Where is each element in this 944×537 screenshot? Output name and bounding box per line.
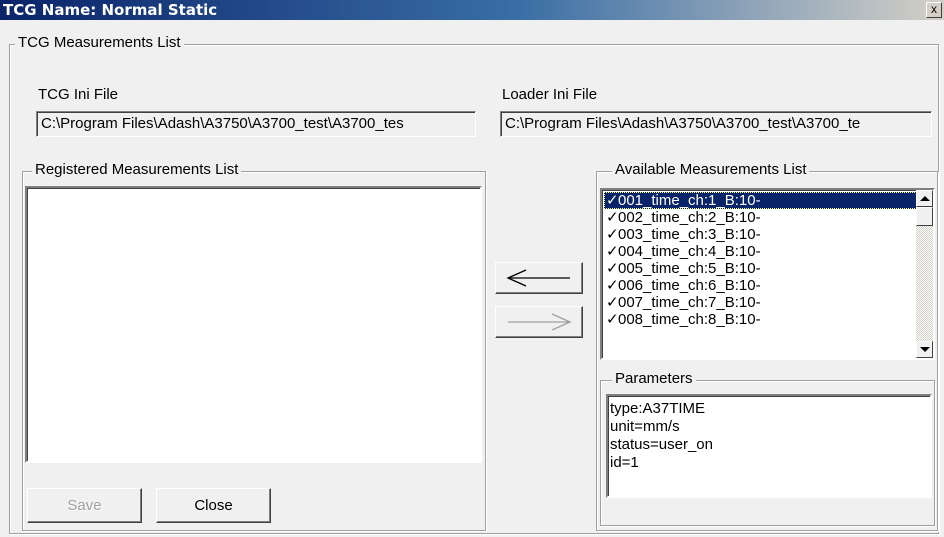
registered-measurements-legend: Registered Measurements List — [32, 161, 242, 178]
list-item[interactable]: ✓006_time_ch:6_B:10- — [604, 277, 761, 294]
list-item-label: 007_time_ch:7_B:10- — [618, 294, 761, 311]
tcg-measurements-legend: TCG Measurements List — [15, 34, 184, 51]
check-icon: ✓ — [606, 294, 619, 311]
parameter-line: unit=mm/s — [610, 418, 680, 435]
parameter-line: id=1 — [610, 454, 639, 471]
check-icon: ✓ — [606, 311, 619, 328]
scroll-thumb[interactable] — [916, 207, 933, 226]
arrow-right-icon — [508, 313, 572, 331]
scroll-up-button[interactable] — [916, 190, 933, 207]
list-item[interactable]: ✓005_time_ch:5_B:10- — [604, 260, 761, 277]
available-measurements-list[interactable]: ✓001_time_ch:1_B:10- ✓002_time_ch:2_B:10… — [600, 188, 935, 360]
list-item[interactable]: ✓001_time_ch:1_B:10- — [604, 192, 919, 209]
chevron-down-icon — [920, 347, 930, 352]
check-icon: ✓ — [606, 243, 619, 260]
move-right-button[interactable] — [495, 306, 583, 338]
title-bar: TCG Name: Normal Static x — [0, 0, 944, 20]
list-item-label: 003_time_ch:3_B:10- — [618, 226, 761, 243]
scroll-down-button[interactable] — [916, 341, 933, 358]
loader-ini-field[interactable]: C:\Program Files\Adash\A3750\A3700_test\… — [500, 111, 932, 137]
close-window-button[interactable]: x — [926, 2, 942, 18]
check-icon: ✓ — [606, 192, 619, 209]
tcg-ini-field[interactable]: C:\Program Files\Adash\A3750\A3700_test\… — [36, 111, 476, 137]
move-left-button[interactable] — [495, 262, 583, 294]
check-icon: ✓ — [606, 209, 619, 226]
available-measurements-legend: Available Measurements List — [612, 161, 810, 178]
list-item[interactable]: ✓007_time_ch:7_B:10- — [604, 294, 761, 311]
list-item[interactable]: ✓002_time_ch:2_B:10- — [604, 209, 761, 226]
list-item-label: 008_time_ch:8_B:10- — [618, 311, 761, 328]
tcg-ini-label: TCG Ini File — [38, 86, 119, 103]
chevron-up-icon — [920, 196, 930, 201]
list-item-label: 004_time_ch:4_B:10- — [618, 243, 761, 260]
list-item-label: 005_time_ch:5_B:10- — [618, 260, 761, 277]
registered-measurements-list[interactable] — [25, 186, 482, 463]
list-item[interactable]: ✓004_time_ch:4_B:10- — [604, 243, 761, 260]
list-item[interactable]: ✓003_time_ch:3_B:10- — [604, 226, 761, 243]
check-icon: ✓ — [606, 260, 619, 277]
check-icon: ✓ — [606, 226, 619, 243]
close-button[interactable]: Close — [156, 488, 271, 523]
available-list-scrollbar[interactable] — [916, 190, 933, 358]
parameter-line: type:A37TIME — [610, 400, 706, 417]
list-item-label: 006_time_ch:6_B:10- — [618, 277, 761, 294]
check-icon: ✓ — [606, 277, 619, 294]
loader-ini-label: Loader Ini File — [502, 86, 598, 103]
list-item-label: 002_time_ch:2_B:10- — [618, 209, 761, 226]
arrow-left-icon — [506, 269, 570, 287]
window-title: TCG Name: Normal Static — [3, 1, 218, 19]
parameters-text[interactable]: type:A37TIME unit=mm/s status=user_on id… — [606, 394, 932, 498]
parameters-legend: Parameters — [612, 370, 696, 387]
parameter-line: status=user_on — [610, 436, 713, 453]
save-button[interactable]: Save — [27, 488, 142, 523]
list-item-label: 001_time_ch:1_B:10- — [618, 192, 761, 209]
list-item[interactable]: ✓008_time_ch:8_B:10- — [604, 311, 761, 328]
